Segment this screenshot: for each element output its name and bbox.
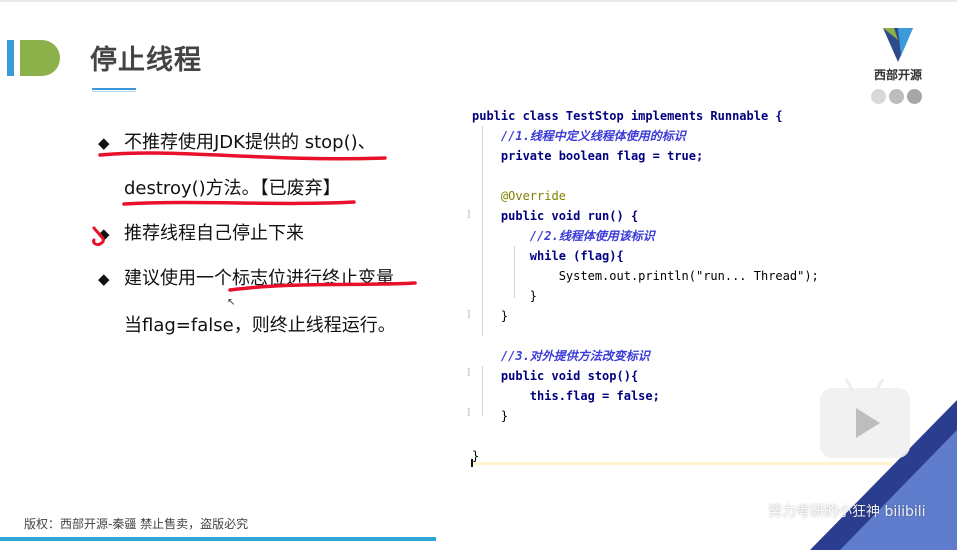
code-line: while (flag){ (472, 249, 624, 263)
code-line: } (472, 289, 538, 303)
slide: 停止线程 西部开源 ◆ 不推荐使用JDK提供的 stop()、 destroy()… (0, 0, 957, 550)
fold-marker: ] (466, 368, 472, 378)
code-comment: //3.对外提供方法改变标识 (472, 349, 650, 363)
play-icon (856, 408, 880, 438)
play-button[interactable] (820, 378, 910, 458)
fold-marker: ] (466, 408, 472, 418)
fold-marker: ] (466, 210, 472, 220)
code-line: } (472, 409, 509, 423)
code-line: System.out.println("run... Thread"); (472, 269, 819, 283)
footer-bar (0, 537, 436, 541)
code-comment: //1.线程中定义线程体使用的标识 (472, 129, 686, 143)
mouse-cursor-icon: ↖ (227, 297, 236, 308)
code-line: private boolean flag = true; (472, 149, 704, 163)
code-line: public void stop(){ (472, 369, 639, 383)
code-annotation: @Override (472, 189, 566, 203)
code-line: this.flag = false; (472, 389, 660, 403)
code-line: public class TestStop implements Runnabl… (472, 109, 783, 123)
fold-marker: ] (466, 310, 472, 320)
code-line: } (472, 309, 509, 323)
video-watermark: 努力考研的小狂神 bilibili (768, 504, 926, 520)
text-caret (471, 459, 473, 467)
footer-copyright: 版权：西部开源-秦疆 禁止售卖，盗版必究 (24, 517, 249, 531)
code-line: public void run() { (472, 209, 639, 223)
code-comment: //2.线程体使用该标识 (472, 229, 655, 243)
